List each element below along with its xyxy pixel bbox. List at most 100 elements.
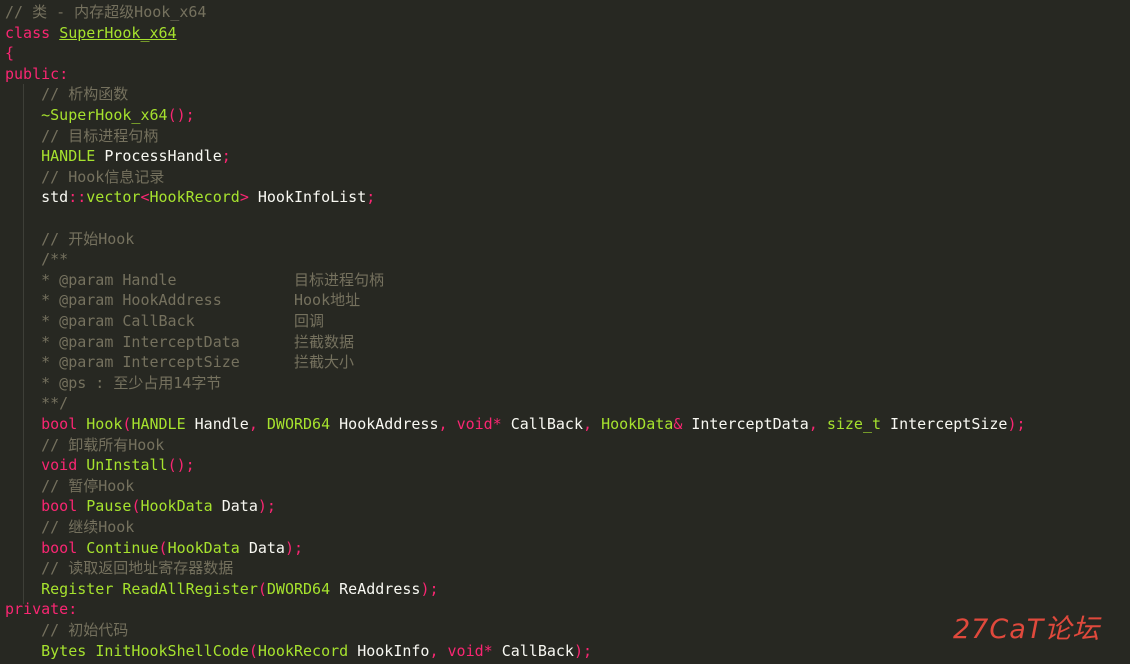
code-line[interactable]: * @param CallBack 回调: [5, 311, 324, 331]
code-token: <: [140, 188, 150, 207]
code-line[interactable]: void UnInstall();: [5, 455, 195, 475]
code-token: ();: [167, 456, 195, 475]
code-line[interactable]: * @param InterceptSize 拦截大小: [5, 352, 354, 372]
code-token: void*: [447, 641, 493, 660]
code-token: ,: [429, 641, 439, 660]
code-token: * @param CallBack 回调: [41, 312, 324, 330]
code-line[interactable]: // Hook信息记录: [5, 167, 164, 187]
code-token: Data: [239, 538, 285, 557]
code-token: void*: [456, 415, 502, 433]
code-token: void: [41, 456, 78, 475]
code-line[interactable]: private:: [5, 599, 77, 619]
code-line[interactable]: class SuperHook_x64: [5, 23, 177, 43]
code-line[interactable]: public:: [5, 64, 68, 84]
code-token: (: [257, 579, 267, 598]
code-token: HookData: [140, 497, 213, 516]
code-token: std: [41, 188, 69, 207]
code-token: size_t: [826, 415, 882, 433]
code-line[interactable]: // 继续Hook: [5, 517, 134, 537]
code-token: ,: [808, 415, 818, 433]
code-token: ProcessHandle: [95, 147, 222, 166]
code-line[interactable]: // 读取返回地址寄存器数据: [5, 558, 233, 578]
code-line[interactable]: // 卸载所有Hook: [5, 435, 164, 455]
code-token: {: [5, 44, 15, 63]
code-editor[interactable]: // 类 - 内存超级Hook_x64 class SuperHook_x64{p…: [0, 0, 1130, 664]
code-line[interactable]: /**: [5, 249, 68, 269]
code-token: :: [68, 600, 78, 619]
code-token: // 暂停Hook: [41, 476, 135, 495]
code-token: ReAddress: [330, 579, 421, 598]
code-line[interactable]: // 类 - 内存超级Hook_x64: [5, 2, 206, 22]
code-token: &: [673, 415, 683, 433]
code-token: );: [257, 497, 276, 516]
code-line[interactable]: ~SuperHook_x64();: [5, 105, 195, 125]
code-line[interactable]: // 开始Hook: [5, 229, 134, 249]
code-token: (: [158, 538, 168, 557]
code-token: // 目标进程句柄: [41, 126, 159, 145]
code-line[interactable]: // 暂停Hook: [5, 476, 134, 496]
code-line[interactable]: {: [5, 43, 14, 63]
code-token: ReadAllRegister: [122, 579, 258, 598]
code-line[interactable]: **/: [5, 393, 68, 413]
code-token: // 析构函数: [41, 85, 129, 104]
code-line[interactable]: // 目标进程句柄: [5, 126, 158, 146]
code-line[interactable]: HANDLE ProcessHandle;: [5, 146, 231, 166]
code-token: HookData: [601, 415, 674, 433]
code-token: InterceptSize: [881, 415, 1008, 433]
code-line[interactable]: Register ReadAllRegister(DWORD64 ReAddre…: [5, 579, 439, 599]
code-token: ::: [68, 188, 87, 207]
code-line[interactable]: std::vector<HookRecord> HookInfoList;: [5, 187, 375, 207]
code-token: **/: [41, 394, 69, 413]
code-token: * @param HookAddress Hook地址: [41, 291, 361, 310]
code-line[interactable]: * @param InterceptData 拦截数据: [5, 332, 354, 352]
code-token: ();: [167, 106, 195, 124]
code-token: // 卸载所有Hook: [41, 435, 165, 454]
code-line[interactable]: // 析构函数: [5, 84, 128, 104]
code-line[interactable]: bool Hook(HANDLE Handle, DWORD64 HookAdd…: [5, 414, 1025, 434]
code-token: );: [420, 579, 439, 598]
code-token: // 开始Hook: [41, 229, 135, 248]
code-token: DWORD64: [266, 579, 331, 598]
code-token: ,: [248, 415, 258, 433]
code-line[interactable]: * @ps : 至少占用14字节: [5, 373, 221, 393]
code-token: class: [5, 23, 51, 42]
code-token: InitHookShellCode: [95, 641, 249, 660]
code-token: /**: [41, 250, 69, 269]
code-token: * @param Handle 目标进程句柄: [41, 270, 384, 289]
code-line[interactable]: // 初始代码: [5, 620, 128, 640]
code-token: // 读取返回地址寄存器数据: [41, 559, 234, 578]
code-token: ;: [366, 188, 376, 207]
code-token: vector: [86, 188, 141, 207]
code-line[interactable]: * @param Handle 目标进程句柄: [5, 270, 384, 290]
code-line[interactable]: bool Pause(HookData Data);: [5, 496, 276, 516]
code-line[interactable]: Bytes InitHookShellCode(HookRecord HookI…: [5, 641, 592, 661]
code-token: >: [239, 188, 249, 207]
code-line[interactable]: bool Continue(HookData Data);: [5, 538, 303, 558]
code-token: InterceptData: [682, 415, 809, 433]
code-line[interactable]: * @param HookAddress Hook地址: [5, 290, 360, 310]
